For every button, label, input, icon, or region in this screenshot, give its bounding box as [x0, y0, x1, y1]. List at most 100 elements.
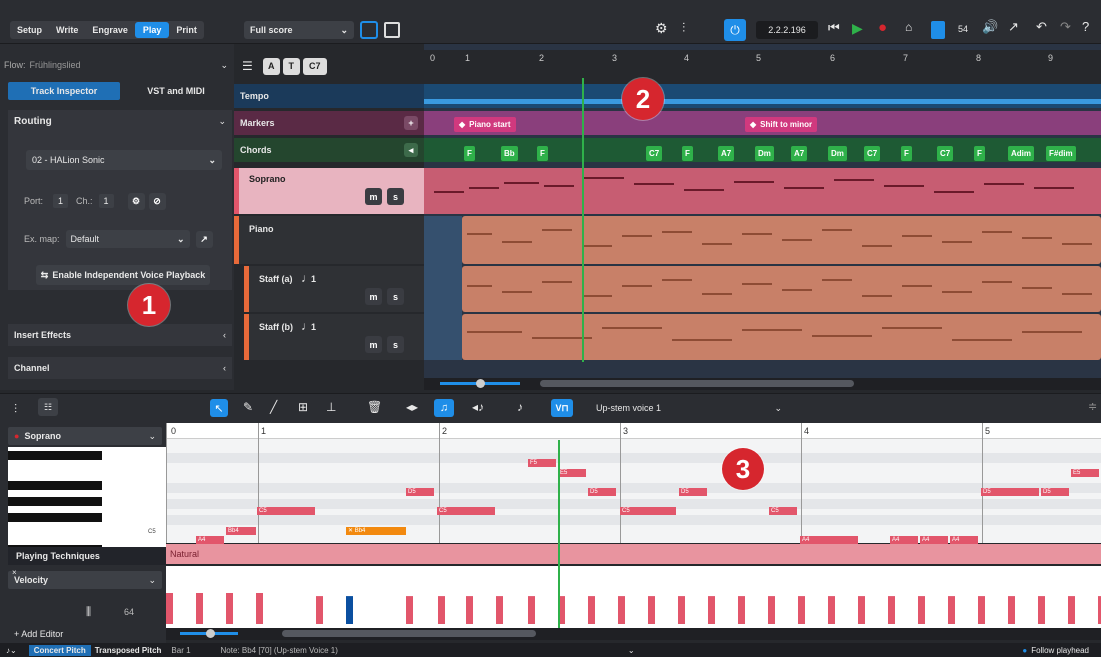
gear-icon[interactable]: ⚙ [127, 192, 145, 210]
voice-icon[interactable]: V⊓ [551, 399, 573, 417]
lower-zone-toggle-icon[interactable]: ⌄ [628, 646, 635, 655]
track-chords[interactable]: Chords ◂ [234, 138, 424, 162]
record-icon[interactable]: ● [878, 19, 887, 36]
tempo-mode-icon[interactable] [931, 21, 945, 39]
velocity-bar[interactable] [918, 596, 925, 624]
channel-header[interactable]: Channel ‹ [8, 357, 232, 379]
layout-select[interactable]: Full score ⌄ [244, 21, 354, 39]
velocity-bar[interactable] [316, 596, 323, 624]
midi-note[interactable]: A4 [920, 536, 948, 544]
chord-audition-icon[interactable]: ◂♪ [472, 400, 484, 414]
velocity-bar[interactable] [858, 596, 865, 624]
chord-symbol[interactable]: Dm [755, 146, 774, 161]
page-view-icon[interactable] [384, 22, 400, 38]
mode-tab-setup[interactable]: Setup [10, 25, 49, 35]
playing-technique-lane[interactable]: Natural [166, 544, 1101, 564]
midi-note[interactable]: A4 [196, 536, 224, 544]
track-markers[interactable]: Markers + [234, 111, 424, 135]
mode-tab-print[interactable]: Print [169, 25, 204, 35]
midi-note[interactable]: D5 [679, 488, 707, 496]
midi-note[interactable]: D5 [1041, 488, 1069, 496]
concert-pitch-button[interactable]: Concert Pitch [28, 644, 91, 656]
line-tool-icon[interactable]: ╱ [270, 400, 277, 414]
galley-view-icon[interactable] [360, 21, 378, 39]
midi-note[interactable]: F5 [528, 459, 556, 467]
routing-header[interactable]: Routing ⌄ [8, 110, 232, 132]
track-list-icon[interactable]: ☰ [242, 59, 253, 73]
velocity-bar[interactable] [528, 596, 535, 624]
black-key[interactable] [8, 513, 102, 522]
velocity-lane[interactable] [166, 566, 1101, 628]
timeline-playhead[interactable] [582, 78, 584, 362]
midi-note[interactable]: C5 [769, 507, 797, 515]
help-icon[interactable]: ? [1082, 19, 1089, 34]
tempo-lane[interactable] [424, 84, 1101, 108]
select-tool-icon[interactable]: ↖ [210, 399, 228, 417]
dynamics-icon[interactable]: T [282, 57, 300, 75]
mode-tab-write[interactable]: Write [49, 25, 85, 35]
key-editor-icon[interactable]: ☷ [38, 398, 58, 416]
velocity-bar[interactable] [678, 596, 685, 624]
mute-button[interactable]: m [365, 188, 382, 205]
midi-note[interactable]: A4 [890, 536, 918, 544]
close-icon[interactable]: × [12, 568, 17, 577]
velocity-bar[interactable] [888, 596, 895, 624]
delete-icon[interactable]: 🗑 [367, 400, 382, 414]
mixer-icon[interactable]: ⫶ [14, 402, 17, 417]
open-editor-icon[interactable]: ↗ [195, 230, 213, 248]
velocity-bar[interactable] [768, 596, 775, 624]
solo-button[interactable]: s [387, 288, 404, 305]
instrument-select[interactable]: 02 - HALion Sonic ⌄ [26, 150, 222, 170]
velocity-select[interactable]: Velocity ⌄ [8, 571, 162, 589]
velocity-bar[interactable] [196, 593, 203, 624]
splitter-icon[interactable]: ≑ [1088, 400, 1097, 413]
chord-symbol[interactable]: F [682, 146, 693, 161]
chord-symbol[interactable]: F [974, 146, 985, 161]
tab-track-inspector[interactable]: Track Inspector [8, 82, 120, 100]
velocity-bar[interactable] [1038, 596, 1045, 624]
solo-button[interactable]: s [387, 336, 404, 353]
mute-button[interactable]: m [365, 336, 382, 353]
velocity-bar[interactable] [828, 596, 835, 624]
midi-note[interactable]: C5 [620, 507, 676, 515]
chord-symbol[interactable]: Dm [828, 146, 847, 161]
track-tempo[interactable]: Tempo [234, 84, 424, 108]
velocity-bar[interactable] [256, 593, 263, 624]
velocity-bar[interactable] [648, 596, 655, 624]
zoom-slider-handle[interactable] [476, 379, 485, 388]
velocity-bar[interactable] [438, 596, 445, 624]
mode-tab-engrave[interactable]: Engrave [85, 25, 135, 35]
add-editor-button[interactable]: + Add Editor [8, 627, 158, 641]
resize-icon[interactable]: ⊞ [298, 400, 308, 414]
flow-select[interactable]: Flow: Frühlingslied ⌄ [4, 56, 232, 74]
velocity-bar[interactable] [948, 596, 955, 624]
chord-symbol[interactable]: C7 [937, 146, 954, 161]
stem-icon[interactable]: ♪ [517, 400, 523, 414]
port-field[interactable]: 1 [53, 194, 69, 208]
split-icon[interactable]: ⊥ [326, 400, 336, 414]
ivp-button[interactable]: ⇆ Enable Independent Voice Playback [36, 265, 210, 285]
edit-icon[interactable]: ⊘ [148, 192, 166, 210]
midi-note-selected[interactable]: ✕ Bb4 [346, 527, 406, 535]
velocity-bar[interactable] [496, 596, 503, 624]
velocity-bar[interactable] [618, 596, 625, 624]
chord-symbol[interactable]: Adim [1008, 146, 1034, 161]
velocity-bar[interactable] [1008, 596, 1015, 624]
chord-symbol[interactable]: F [537, 146, 548, 161]
rewind-icon[interactable]: ⏮ [828, 20, 840, 36]
key-editor-playhead[interactable] [558, 440, 560, 628]
mixer-icon[interactable]: ⫶ [682, 20, 685, 36]
voice-select[interactable]: Up-stem voice 1 ⌄ [590, 399, 788, 417]
chord-symbol[interactable]: F#dim [1046, 146, 1076, 161]
tempo-value[interactable]: 54 [958, 24, 968, 34]
key-editor-grid[interactable]: 0 1 2 3 4 5 [166, 423, 1101, 543]
play-audition-icon[interactable]: ◂▸ [406, 400, 418, 414]
chord-symbol[interactable]: A7 [791, 146, 808, 161]
mode-tab-play[interactable]: Play [134, 22, 170, 38]
chord-symbol[interactable]: A7 [718, 146, 735, 161]
transposed-pitch-button[interactable]: Transposed Pitch [95, 646, 162, 655]
exmap-select[interactable]: Default ⌄ [65, 230, 190, 248]
key-editor-ruler[interactable] [167, 423, 1101, 439]
midi-note[interactable]: A4 [950, 536, 978, 544]
track-soprano[interactable]: Soprano m s [234, 168, 424, 214]
